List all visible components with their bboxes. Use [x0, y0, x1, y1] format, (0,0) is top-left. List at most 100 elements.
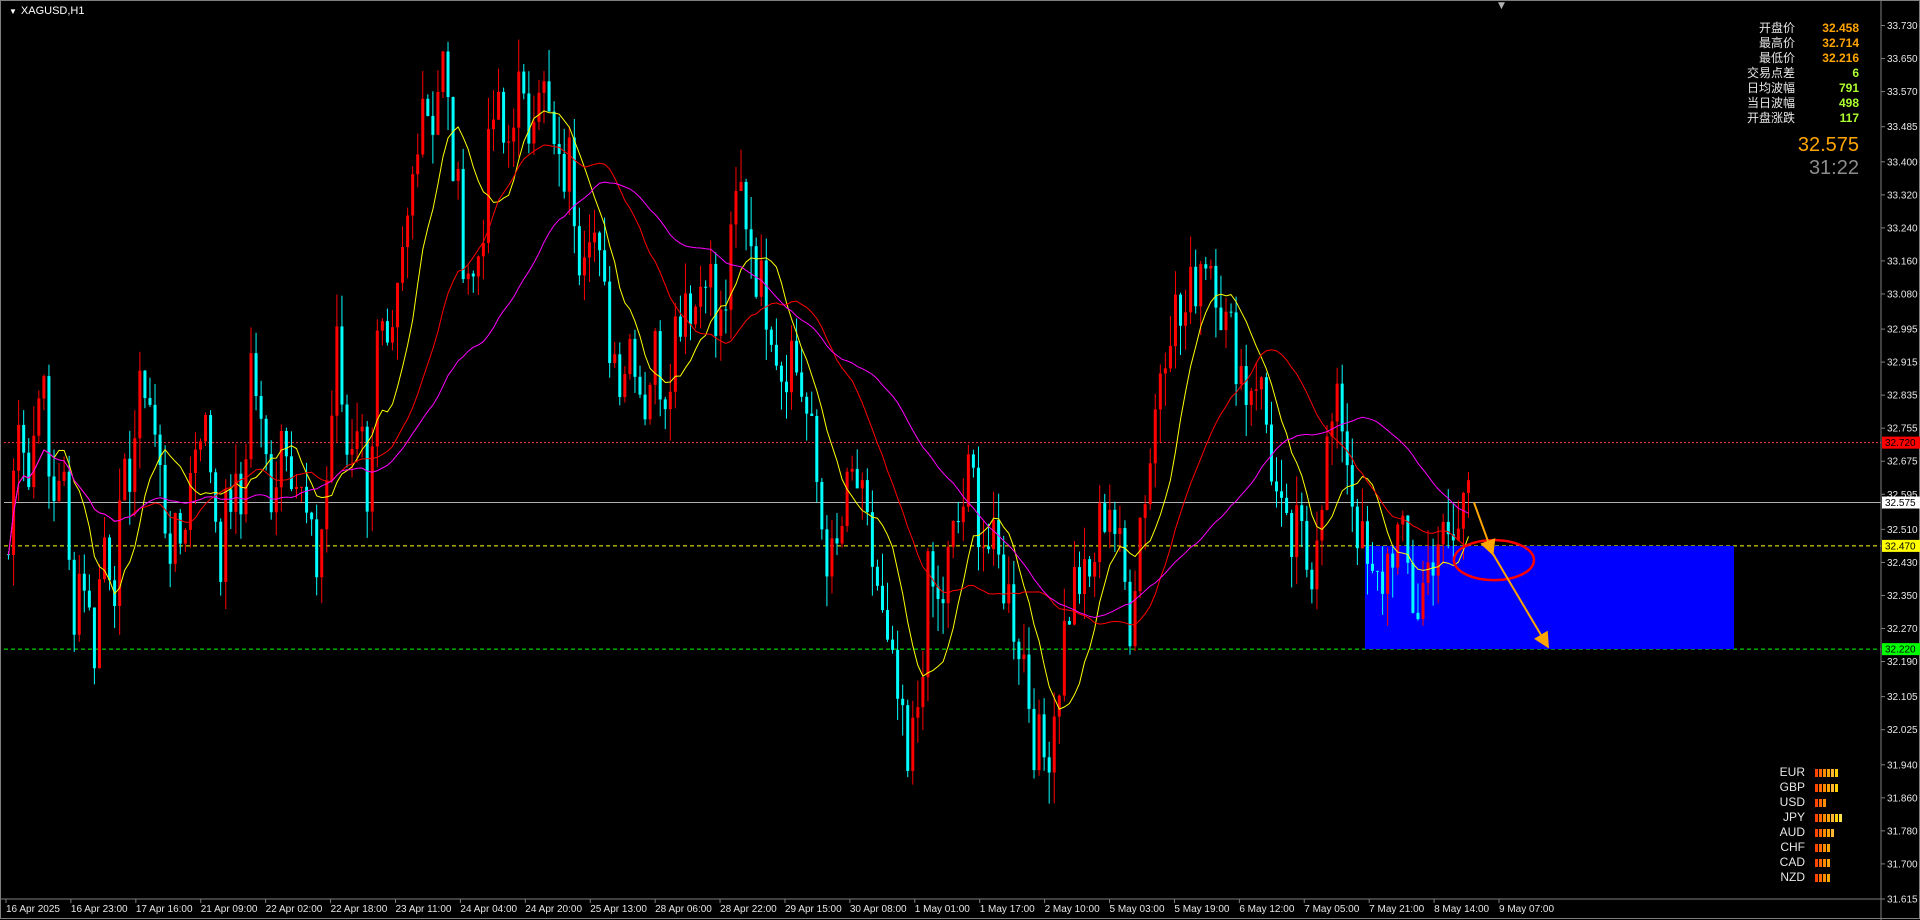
target-zone	[1364, 545, 1734, 650]
candle-body	[87, 590, 91, 608]
info-value: 32.714	[1822, 36, 1859, 50]
candle-body	[198, 441, 202, 450]
time-tick-label: 5 May 03:00	[1110, 904, 1165, 915]
candle-body	[603, 250, 607, 282]
candle-body	[1431, 562, 1435, 576]
candle-body	[658, 331, 662, 400]
candle-body	[532, 121, 536, 144]
strength-bar	[1835, 768, 1838, 777]
strength-bar	[1819, 873, 1822, 882]
price-tick-label: 32.190	[1887, 657, 1918, 668]
price-tick-label: 33.650	[1887, 54, 1918, 65]
candle-body	[390, 327, 394, 343]
candle-body	[123, 458, 127, 501]
currency-label: USD	[1779, 795, 1805, 809]
candle-body	[118, 500, 122, 606]
info-row: 最低价 32.216	[1709, 51, 1859, 66]
candle-body	[97, 579, 101, 669]
candle-body	[1138, 517, 1142, 592]
strength-bar	[1823, 843, 1826, 852]
strength-bars	[1815, 783, 1839, 792]
price-tick-label: 32.105	[1887, 692, 1918, 703]
candle-body	[259, 396, 263, 419]
candle-body	[815, 416, 819, 482]
candle-body	[800, 372, 804, 397]
candle-body	[749, 229, 753, 247]
candle-body	[779, 365, 783, 382]
candle-body	[1219, 307, 1223, 331]
candle-body	[916, 707, 920, 718]
time-tick-label: 23 Apr 11:00	[395, 904, 451, 915]
caret-down-icon[interactable]: ▼	[9, 7, 17, 16]
candle-body	[77, 573, 81, 635]
shift-marker-icon[interactable]: ▼	[1498, 1, 1505, 11]
chart-window[interactable]: 33.730 33.650 33.570 33.485 33.400 33.320 33.2…	[0, 0, 1920, 920]
candle-body	[1411, 562, 1415, 613]
symbol-label: XAGUSD,H1	[20, 5, 85, 17]
price-tick-label: 31.780	[1887, 826, 1918, 837]
candle-body	[572, 137, 576, 227]
candle-body	[416, 154, 420, 175]
price-tick-label: 33.485	[1887, 122, 1918, 133]
candle-body	[1365, 521, 1369, 564]
candle-body	[744, 181, 748, 230]
candle-body	[1204, 264, 1208, 269]
candle-body	[961, 506, 965, 523]
candle-body	[1098, 503, 1102, 563]
candle-body	[542, 81, 546, 93]
candle-body	[552, 111, 556, 144]
strength-bar	[1835, 813, 1838, 822]
time-tick-label: 22 Apr 18:00	[331, 904, 388, 915]
candle-body	[1037, 714, 1041, 771]
candle-body	[37, 398, 41, 436]
candle-body	[426, 98, 430, 116]
candle-body	[52, 476, 56, 502]
strength-bars	[1815, 843, 1831, 852]
candle-body	[825, 529, 829, 577]
candle-body	[537, 92, 541, 122]
candle-body	[1315, 540, 1319, 590]
time-tick-label: 30 Apr 08:00	[850, 904, 907, 915]
candle-body	[350, 449, 354, 455]
strength-bar	[1815, 813, 1818, 822]
strength-bars	[1815, 798, 1827, 807]
candle-body	[1360, 521, 1364, 549]
candle-body	[249, 353, 253, 460]
ma-fast-line	[8, 110, 1469, 710]
candle-body	[370, 446, 374, 512]
candle-body	[300, 486, 304, 488]
candle-body	[830, 538, 834, 577]
candle-body	[966, 454, 970, 507]
strength-bars	[1815, 768, 1839, 777]
info-value: 6	[1852, 66, 1859, 80]
candle-body	[769, 329, 773, 345]
strength-bar	[1819, 768, 1822, 777]
level-price-label: 32.720	[1885, 438, 1916, 449]
candle-body	[1108, 509, 1112, 532]
candle-body	[694, 306, 698, 325]
candle-body	[396, 282, 400, 328]
candle-body	[946, 546, 950, 604]
info-value: 32.458	[1822, 21, 1859, 35]
candle-body	[562, 153, 566, 192]
candle-body	[178, 513, 182, 544]
currency-row: CHF	[1773, 840, 1843, 855]
candle-body	[598, 232, 602, 251]
candle-body	[951, 521, 955, 547]
info-value: 791	[1838, 81, 1859, 95]
candle-body	[956, 521, 960, 523]
candle-body	[335, 326, 339, 416]
candle-body	[1421, 582, 1425, 620]
candle-body	[1300, 505, 1304, 522]
candle-body	[1466, 480, 1470, 493]
candle-body	[320, 529, 324, 578]
price-chart[interactable]: 33.730 33.650 33.570 33.485 33.400 33.320 33.2…	[1, 1, 1920, 920]
info-label: 最高价	[1758, 36, 1795, 50]
level-price-label: 32.575	[1885, 498, 1916, 509]
candle-body	[229, 489, 233, 512]
candle-body	[891, 639, 895, 650]
time-tick-label: 21 Apr 09:00	[201, 904, 258, 915]
candle-body	[1239, 366, 1243, 385]
info-label: 开盘价	[1758, 21, 1795, 35]
candle-body	[310, 512, 314, 520]
